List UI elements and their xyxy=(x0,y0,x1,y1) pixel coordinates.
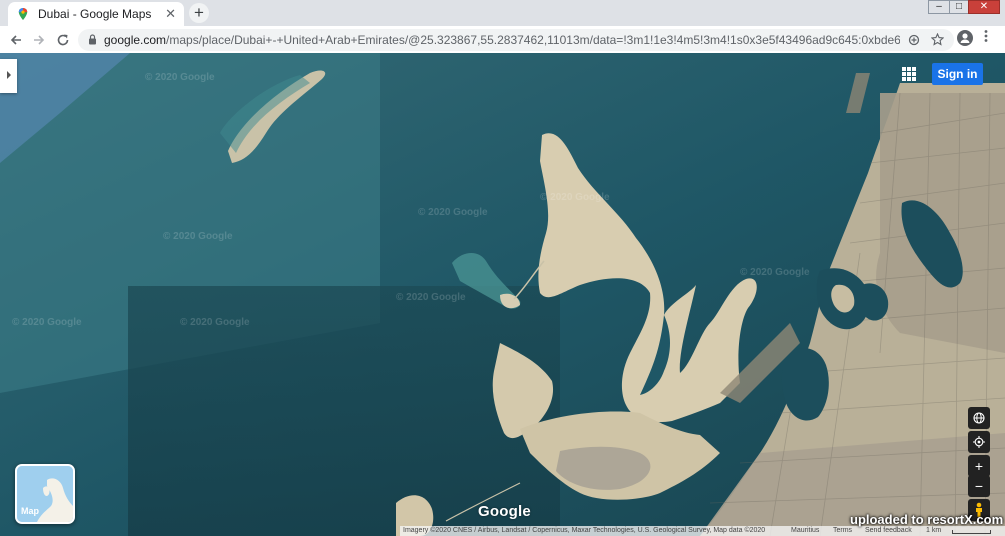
reload-button[interactable] xyxy=(53,30,73,50)
window-minimize-button[interactable]: – xyxy=(928,0,950,14)
sign-in-button[interactable]: Sign in xyxy=(932,63,983,85)
tab-title: Dubai - Google Maps xyxy=(38,7,152,21)
imagery-copyright-mark: © 2020 Google xyxy=(163,231,233,242)
lock-icon xyxy=(88,29,97,51)
back-button[interactable] xyxy=(6,30,26,50)
imagery-copyright-mark: © 2020 Google xyxy=(12,317,82,328)
layer-switcher-label: Map xyxy=(21,506,39,516)
crosshair-icon xyxy=(973,436,985,448)
satellite-imagery xyxy=(0,53,1005,536)
tab-strip: Dubai - Google Maps ✕ + – □ ✕ xyxy=(0,0,1005,26)
url-host: google.com xyxy=(104,33,167,47)
upload-watermark: uploaded to resortX.com xyxy=(850,512,1004,527)
google-logo: Google xyxy=(478,503,531,520)
profile-avatar-icon[interactable] xyxy=(957,30,973,46)
imagery-copyright-mark: © 2020 Google xyxy=(180,317,250,328)
reload-icon xyxy=(57,34,69,46)
google-apps-grid-icon[interactable] xyxy=(902,67,916,81)
url-path: /maps/place/Dubai+-+United+Arab+Emirates… xyxy=(166,33,900,47)
map-canvas[interactable]: © 2020 Google © 2020 Google © 2020 Googl… xyxy=(0,53,1005,536)
scale-bar[interactable] xyxy=(952,530,991,534)
url-text: google.com/maps/place/Dubai+-+United+Ara… xyxy=(104,29,900,51)
scale-label[interactable]: 1 km xyxy=(926,526,941,536)
window-close-button[interactable]: ✕ xyxy=(968,0,1000,14)
layer-switcher-map-button[interactable]: Map xyxy=(15,464,75,524)
google-maps-favicon-icon xyxy=(18,8,28,20)
side-panel-toggle-button[interactable] xyxy=(0,59,17,93)
region-link[interactable]: Mauritius xyxy=(791,526,819,536)
bookmark-star-icon[interactable] xyxy=(930,29,945,51)
zoom-out-button[interactable]: − xyxy=(968,475,990,497)
send-feedback-link[interactable]: Send feedback xyxy=(865,526,912,536)
browser-toolbar: google.com/maps/place/Dubai+-+United+Ara… xyxy=(0,26,1005,54)
zoom-in-button[interactable]: + xyxy=(968,455,990,477)
imagery-copyright-mark: © 2020 Google xyxy=(145,72,215,83)
terms-link[interactable]: Terms xyxy=(833,526,852,536)
imagery-copyright-mark: © 2020 Google xyxy=(740,267,810,278)
imagery-copyright-mark: © 2020 Google xyxy=(396,292,466,303)
forward-button[interactable] xyxy=(29,30,49,50)
window-maximize-button[interactable]: □ xyxy=(949,0,969,14)
globe-view-button[interactable] xyxy=(968,407,990,429)
imagery-copyright-mark: © 2020 Google xyxy=(540,192,610,203)
chevron-right-icon xyxy=(6,71,11,79)
attribution-bar: Imagery ©2020 CNES / Airbus, Landsat / C… xyxy=(400,526,1005,536)
address-bar[interactable]: google.com/maps/place/Dubai+-+United+Ara… xyxy=(78,29,954,51)
imagery-copyright-mark: © 2020 Google xyxy=(418,207,488,218)
zoom-indicator-icon[interactable] xyxy=(908,29,920,51)
arrow-right-icon xyxy=(34,35,45,45)
tab-close-button[interactable]: ✕ xyxy=(165,6,176,22)
tab-google-maps[interactable]: Dubai - Google Maps ✕ xyxy=(8,2,184,26)
browser-menu-icon[interactable] xyxy=(984,29,988,46)
arrow-left-icon xyxy=(10,35,21,45)
my-location-button[interactable] xyxy=(968,431,990,453)
globe-icon xyxy=(973,412,985,424)
new-tab-button[interactable]: + xyxy=(189,3,209,23)
imagery-attribution: Imagery ©2020 CNES / Airbus, Landsat / C… xyxy=(403,527,766,534)
